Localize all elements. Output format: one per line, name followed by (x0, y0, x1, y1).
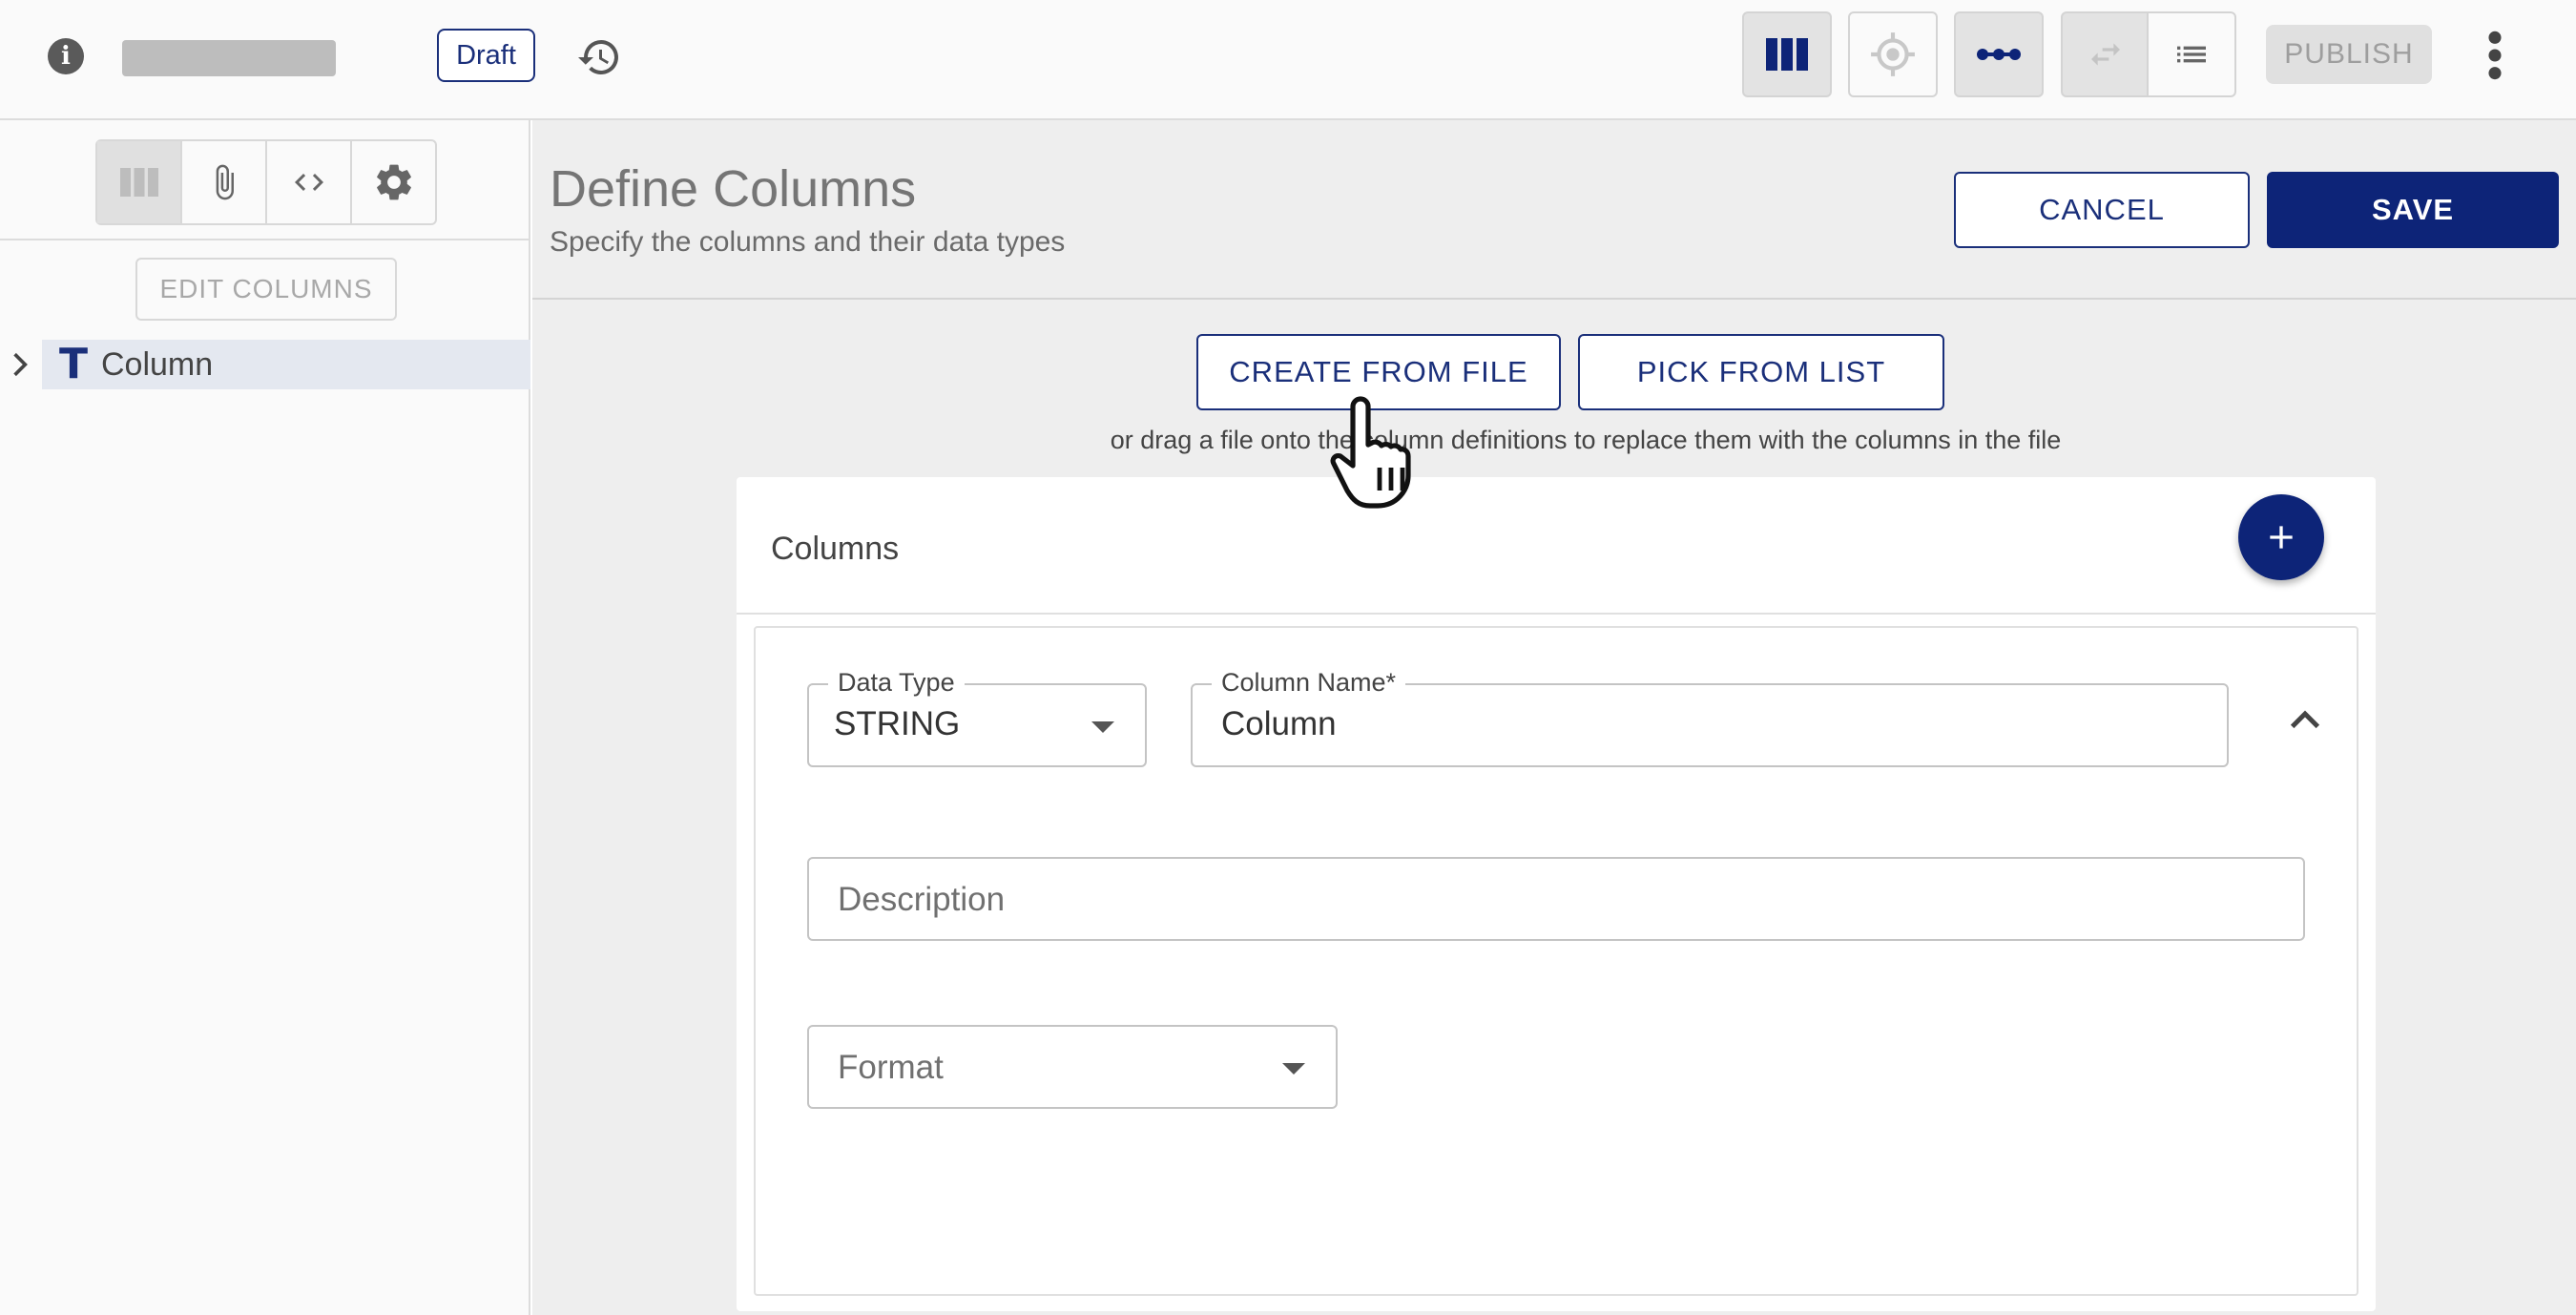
target-button[interactable] (1848, 11, 1938, 97)
sidebar-tabs (95, 139, 437, 225)
column-name-value: Column (1221, 705, 1337, 742)
page-subtitle: Specify the columns and their data types (550, 226, 1066, 258)
page-header: Define Columns Specify the columns and t… (532, 120, 2576, 300)
attachment-icon (216, 164, 234, 200)
publish-button[interactable]: PUBLISH (2266, 25, 2432, 84)
page-title: Define Columns (550, 160, 917, 218)
sidebar-tab-columns[interactable] (97, 141, 182, 223)
connect-icon (1977, 49, 2021, 60)
list-icon (2177, 46, 2206, 63)
chevron-up-icon[interactable] (2286, 704, 2324, 733)
column-name-label: Column Name* (1212, 666, 1406, 699)
history-icon[interactable] (576, 34, 622, 80)
swap-icon (2091, 43, 2120, 66)
sidebar-tab-attachments[interactable] (182, 141, 267, 223)
card-divider (737, 613, 2376, 615)
columns-view-button[interactable] (1742, 11, 1832, 97)
columns-card-title: Columns (771, 531, 900, 567)
column-definition: Data Type STRING Column Name* Column Des… (754, 626, 2358, 1296)
data-type-value: STRING (834, 705, 961, 742)
sidebar-divider (0, 239, 530, 240)
save-button[interactable]: SAVE (2267, 172, 2559, 248)
target-icon (1871, 32, 1915, 76)
swap-button[interactable] (2061, 11, 2150, 97)
description-field[interactable]: Description (807, 857, 2305, 941)
info-icon[interactable]: i (48, 38, 84, 74)
plus-icon (2270, 526, 2293, 549)
top-toolbar: i Draft PUBLISH (0, 0, 2576, 120)
column-name-field[interactable]: Column Name* Column (1191, 666, 2229, 767)
chevron-right-icon[interactable] (10, 347, 31, 382)
add-column-button[interactable] (2238, 494, 2324, 580)
document-title-placeholder[interactable] (122, 40, 336, 76)
text-type-icon: T (59, 340, 89, 388)
format-placeholder: Format (838, 1049, 944, 1086)
dropdown-arrow-icon (1282, 1063, 1305, 1075)
settings-icon (376, 164, 411, 200)
columns-card: Columns Data Type STRING Column Name* Co… (737, 477, 2376, 1311)
drag-hint-text: or drag a file onto the column definitio… (532, 424, 2528, 456)
sidebar-tab-settings[interactable] (352, 141, 435, 223)
more-vert-icon[interactable] (2481, 29, 2509, 82)
dropdown-arrow-icon (1091, 721, 1114, 733)
tree-item-label[interactable]: Column (101, 345, 213, 384)
left-sidebar: EDIT COLUMNS T Column (0, 120, 530, 1315)
description-placeholder: Description (838, 881, 1006, 918)
pick-from-list-button[interactable]: PICK FROM LIST (1578, 334, 1944, 410)
edit-columns-button[interactable]: EDIT COLUMNS (135, 258, 397, 321)
columns-view-icon (1766, 38, 1808, 71)
data-type-label: Data Type (828, 666, 965, 699)
draft-status-badge[interactable]: Draft (437, 29, 535, 82)
drag-hint-label: or drag a file onto the column definitio… (1110, 426, 2062, 454)
connect-button[interactable] (1954, 11, 2044, 97)
data-type-select[interactable]: Data Type STRING (807, 666, 1147, 767)
cancel-button[interactable]: CANCEL (1954, 172, 2250, 248)
format-select[interactable]: Format (807, 1025, 1338, 1109)
code-icon (294, 174, 323, 191)
main-content: Define Columns Specify the columns and t… (532, 120, 2576, 1315)
sidebar-tab-code[interactable] (267, 141, 352, 223)
columns-icon (119, 168, 158, 197)
hand-pointer-cursor-icon (1330, 396, 1411, 509)
list-button[interactable] (2147, 11, 2236, 97)
